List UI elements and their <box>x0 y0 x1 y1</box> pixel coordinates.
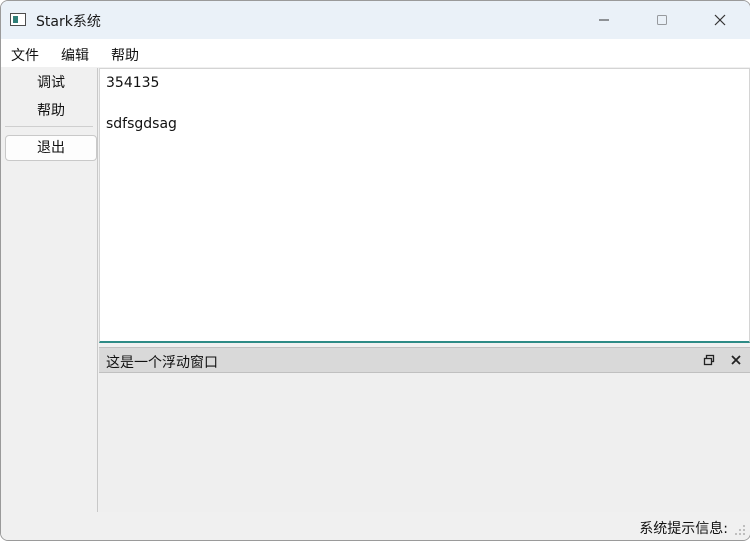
menu-file[interactable]: 文件 <box>11 45 39 65</box>
dock-title: 这是一个浮动窗口 <box>106 355 218 371</box>
float-icon <box>703 354 715 366</box>
maximize-icon <box>657 15 667 25</box>
window-title: Stark系统 <box>36 14 101 30</box>
toolbox-separator <box>5 126 93 127</box>
toolbox-item-help[interactable]: 帮助 <box>5 98 97 124</box>
editor-line-3: sdfsgdsag <box>106 116 177 132</box>
minimize-icon <box>599 19 609 21</box>
editor-line-1: 354135 <box>106 75 160 91</box>
status-message: 系统提示信息: <box>639 521 728 537</box>
dock-close-button[interactable] <box>728 352 744 368</box>
app-window: Stark系统 文件 编辑 帮助 调试 帮助 退出 354135 sdfsgds… <box>0 0 750 541</box>
exit-button[interactable]: 退出 <box>5 135 97 161</box>
app-window-icon <box>10 13 26 26</box>
minimize-button[interactable] <box>575 1 633 39</box>
dock-float-button[interactable] <box>701 352 717 368</box>
close-icon <box>731 355 741 365</box>
title-bar[interactable]: Stark系统 <box>1 1 750 39</box>
maximize-button[interactable] <box>633 1 691 39</box>
menu-bar: 文件 编辑 帮助 <box>1 39 750 67</box>
close-icon <box>714 14 726 26</box>
floating-dock-widget: 这是一个浮动窗口 <box>99 347 750 512</box>
toolbox-panel: 调试 帮助 退出 <box>1 68 98 512</box>
menu-help[interactable]: 帮助 <box>111 45 139 65</box>
dock-title-bar[interactable]: 这是一个浮动窗口 <box>99 347 750 373</box>
menu-edit[interactable]: 编辑 <box>61 45 89 65</box>
size-grip-icon[interactable] <box>734 524 746 536</box>
status-bar: 系统提示信息: <box>1 512 750 540</box>
text-editor[interactable]: 354135 sdfsgdsag <box>99 68 750 343</box>
close-button[interactable] <box>691 1 749 39</box>
toolbox-item-debug[interactable]: 调试 <box>5 70 97 96</box>
